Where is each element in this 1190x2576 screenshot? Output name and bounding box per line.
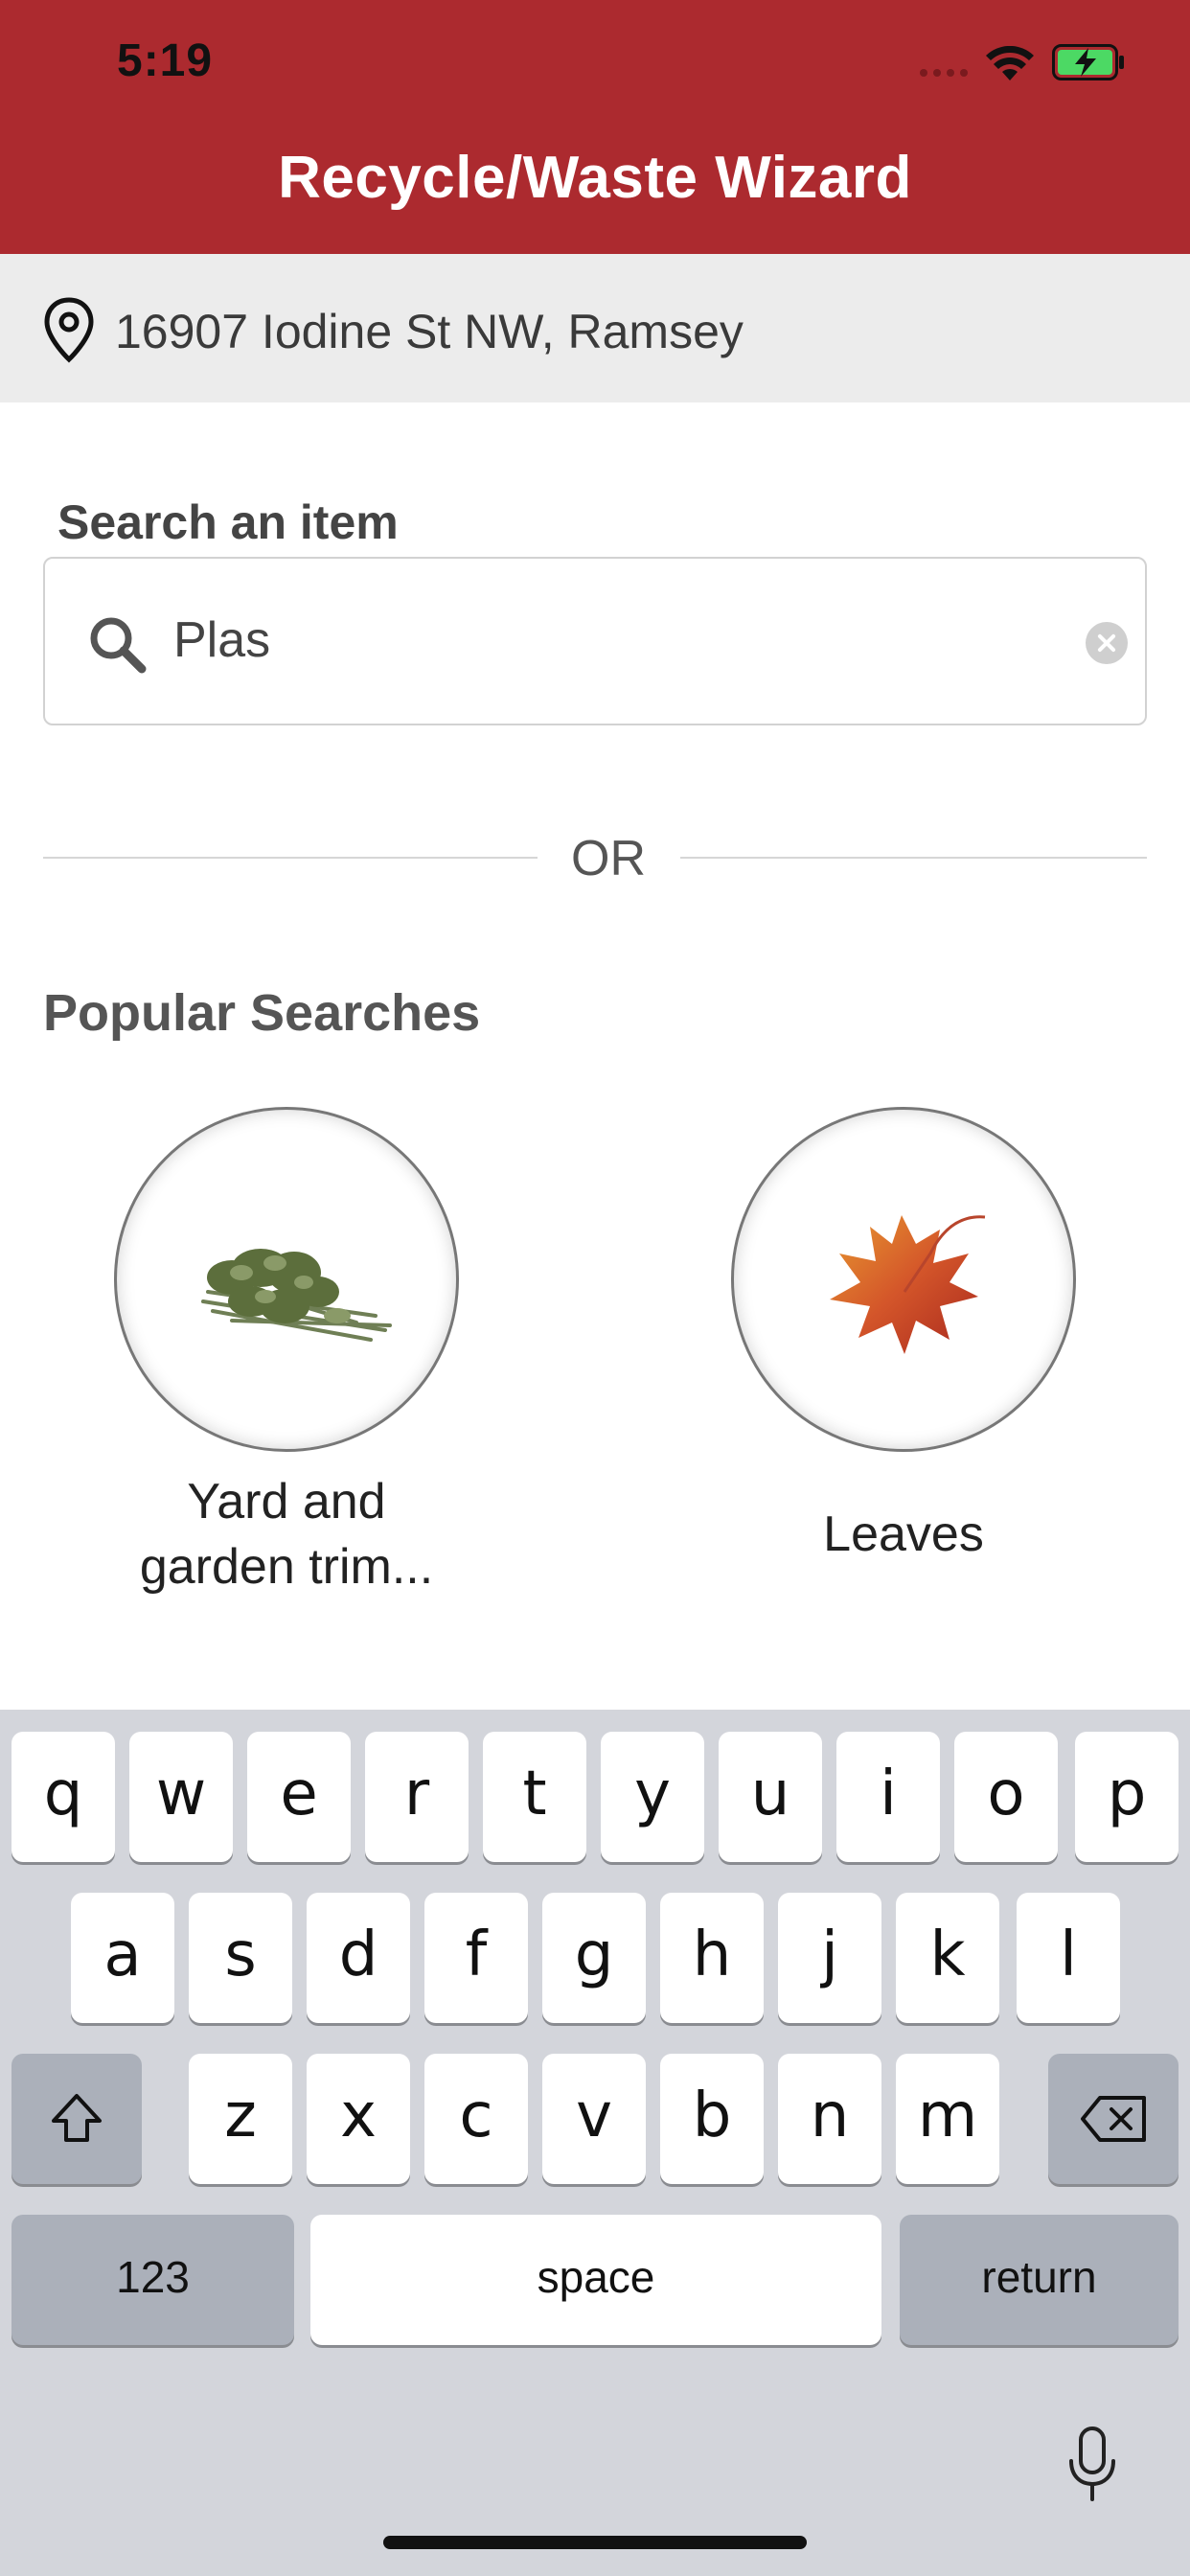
key-c[interactable]: c (424, 2054, 528, 2184)
key-t[interactable]: t (483, 1732, 586, 1862)
search-label: Search an item (57, 495, 399, 549)
shift-icon (52, 2094, 102, 2142)
key-x[interactable]: x (307, 2054, 410, 2184)
key-h[interactable]: h (660, 1893, 764, 2023)
page-title: Recycle/Waste Wizard (278, 145, 912, 211)
key-s[interactable]: s (189, 1893, 292, 2023)
wifi-icon (986, 46, 1034, 80)
key-m[interactable]: m (896, 2054, 999, 2184)
divider-left (43, 857, 538, 859)
label-line-1: Yard and (187, 1474, 386, 1530)
key-l[interactable]: l (1017, 1893, 1120, 2023)
key-v[interactable]: v (542, 2054, 646, 2184)
key-e[interactable]: e (247, 1732, 351, 1862)
key-d[interactable]: d (307, 1893, 410, 2023)
key-o[interactable]: o (954, 1732, 1058, 1862)
label-line-2: garden trim... (139, 1539, 434, 1595)
key-k[interactable]: k (896, 1893, 999, 2023)
label-line-1: Leaves (823, 1506, 984, 1562)
search-input[interactable] (173, 602, 1036, 678)
divider-right (680, 857, 1147, 859)
popular-item-label: Leaves (712, 1502, 1095, 1567)
space-key[interactable]: space (310, 2215, 881, 2345)
shift-key[interactable] (11, 2054, 142, 2184)
home-indicator (383, 2536, 807, 2549)
yard-trimmings-image (114, 1107, 459, 1452)
status-time: 5:19 (117, 35, 214, 86)
backspace-key[interactable] (1048, 2054, 1179, 2184)
key-q[interactable]: q (11, 1732, 115, 1862)
location-pin-icon (44, 297, 94, 363)
backspace-icon (1081, 2096, 1146, 2142)
address-bar[interactable]: 16907 Iodine St NW, Ramsey (0, 254, 1190, 402)
key-r[interactable]: r (365, 1732, 469, 1862)
return-key[interactable]: return (900, 2215, 1179, 2345)
app-header: 5:19 Recycle/Waste Wizard (0, 0, 1190, 254)
key-a[interactable]: a (71, 1893, 174, 2023)
key-g[interactable]: g (542, 1893, 646, 2023)
key-p[interactable]: p (1075, 1732, 1179, 1862)
popular-item-label: Yard and garden trim... (95, 1469, 478, 1599)
popular-searches-title: Popular Searches (43, 984, 481, 1042)
battery-charging-icon (1052, 44, 1124, 80)
key-f[interactable]: f (424, 1893, 528, 2023)
microphone-icon[interactable] (1065, 2425, 1119, 2505)
search-icon (90, 617, 147, 674)
maple-leaf-image (731, 1107, 1076, 1452)
search-field[interactable] (43, 557, 1147, 725)
key-n[interactable]: n (778, 2054, 881, 2184)
key-b[interactable]: b (660, 2054, 764, 2184)
numbers-key[interactable]: 123 (11, 2215, 294, 2345)
cellular-signal-icon (920, 69, 970, 79)
or-divider-text: OR (571, 831, 646, 886)
key-z[interactable]: z (189, 2054, 292, 2184)
key-i[interactable]: i (836, 1732, 940, 1862)
key-u[interactable]: u (719, 1732, 822, 1862)
address-text: 16907 Iodine St NW, Ramsey (115, 305, 744, 358)
clear-icon[interactable] (1086, 622, 1128, 664)
key-y[interactable]: y (601, 1732, 704, 1862)
popular-item-yard[interactable]: Yard and garden trim... (95, 1107, 478, 1599)
popular-item-leaves[interactable]: Leaves (712, 1107, 1095, 1567)
key-w[interactable]: w (129, 1732, 233, 1862)
key-j[interactable]: j (778, 1893, 881, 2023)
